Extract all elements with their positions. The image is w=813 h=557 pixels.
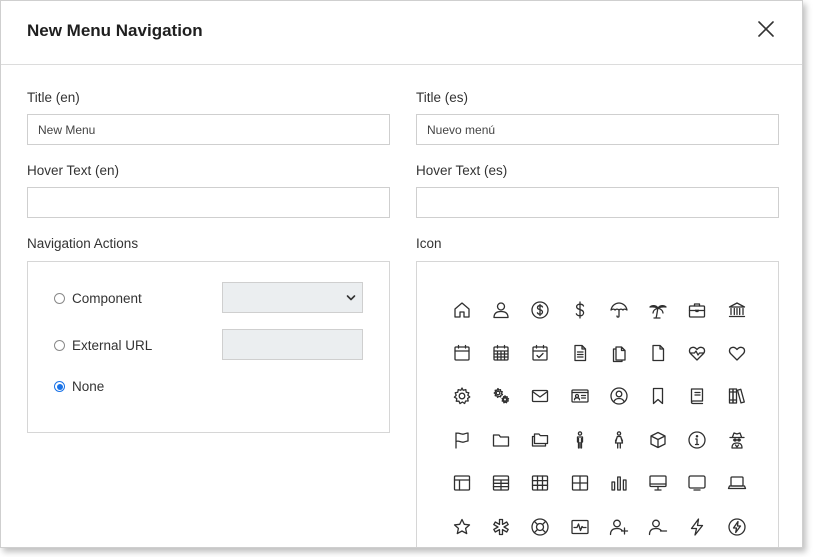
lightning-icon[interactable] bbox=[678, 505, 717, 547]
desktop-icon[interactable] bbox=[638, 462, 677, 505]
icon-grid bbox=[442, 288, 762, 547]
close-icon bbox=[758, 21, 774, 37]
radio-none[interactable]: None bbox=[54, 379, 104, 394]
user-plus-icon[interactable] bbox=[599, 505, 638, 547]
bookmark-icon[interactable] bbox=[638, 375, 677, 418]
id-card-icon[interactable] bbox=[560, 375, 599, 418]
grid-icon[interactable] bbox=[521, 462, 560, 505]
spy-icon[interactable] bbox=[717, 418, 756, 461]
user-circle-icon[interactable] bbox=[599, 375, 638, 418]
bank-icon[interactable] bbox=[717, 288, 756, 331]
palm-tree-icon[interactable] bbox=[638, 288, 677, 331]
document-icon[interactable] bbox=[638, 331, 677, 374]
radio-component[interactable]: Component bbox=[54, 291, 142, 306]
radio-button[interactable] bbox=[54, 293, 65, 304]
gears-icon[interactable] bbox=[481, 375, 520, 418]
icon-label: Icon bbox=[416, 236, 442, 251]
title-en-label: Title (en) bbox=[27, 90, 80, 105]
calendar-grid-icon[interactable] bbox=[481, 331, 520, 374]
lifebuoy-icon[interactable] bbox=[521, 505, 560, 547]
bar-chart-icon[interactable] bbox=[599, 462, 638, 505]
hover-en-label: Hover Text (en) bbox=[27, 163, 120, 178]
gear-icon[interactable] bbox=[442, 375, 481, 418]
documents-icon[interactable] bbox=[599, 331, 638, 374]
radio-external-url[interactable]: External URL bbox=[54, 338, 152, 353]
title-es-label: Title (es) bbox=[416, 90, 469, 105]
table-icon[interactable] bbox=[481, 462, 520, 505]
folders-icon[interactable] bbox=[521, 418, 560, 461]
book-icon[interactable] bbox=[678, 375, 717, 418]
laptop-icon[interactable] bbox=[717, 462, 756, 505]
component-select[interactable] bbox=[222, 282, 363, 313]
radio-label: None bbox=[72, 379, 105, 394]
layout-icon[interactable] bbox=[442, 462, 481, 505]
new-menu-navigation-modal: New Menu Navigation Title (en) Title (es… bbox=[0, 0, 803, 548]
radio-button[interactable] bbox=[54, 340, 65, 351]
briefcase-icon[interactable] bbox=[678, 288, 717, 331]
modal-title: New Menu Navigation bbox=[27, 21, 203, 40]
man-icon[interactable] bbox=[560, 418, 599, 461]
document-text-icon[interactable] bbox=[560, 331, 599, 374]
asterisk-icon[interactable] bbox=[481, 505, 520, 547]
calendar-icon[interactable] bbox=[442, 331, 481, 374]
lightning-circle-icon[interactable] bbox=[717, 505, 756, 547]
external-url-input[interactable] bbox=[222, 329, 363, 360]
calendar-check-icon[interactable] bbox=[521, 331, 560, 374]
title-es-input[interactable] bbox=[416, 114, 779, 145]
heart-pulse-icon[interactable] bbox=[678, 331, 717, 374]
radio-label: Component bbox=[72, 291, 142, 306]
hover-es-label: Hover Text (es) bbox=[416, 163, 508, 178]
envelope-icon[interactable] bbox=[521, 375, 560, 418]
dollar-circle-icon[interactable] bbox=[521, 288, 560, 331]
monitor-icon[interactable] bbox=[678, 462, 717, 505]
umbrella-icon[interactable] bbox=[599, 288, 638, 331]
flag-icon[interactable] bbox=[442, 418, 481, 461]
chevron-down-icon bbox=[346, 295, 356, 301]
hover-es-input[interactable] bbox=[416, 187, 779, 218]
hover-en-input[interactable] bbox=[27, 187, 390, 218]
title-en-input[interactable] bbox=[27, 114, 390, 145]
navigation-actions-label: Navigation Actions bbox=[27, 236, 139, 251]
star-icon[interactable] bbox=[442, 505, 481, 547]
dollar-icon[interactable] bbox=[560, 288, 599, 331]
close-button[interactable] bbox=[755, 18, 777, 40]
woman-icon[interactable] bbox=[599, 418, 638, 461]
radio-button-checked[interactable] bbox=[54, 381, 65, 392]
user-minus-icon[interactable] bbox=[638, 505, 677, 547]
folder-icon[interactable] bbox=[481, 418, 520, 461]
user-icon[interactable] bbox=[481, 288, 520, 331]
window-grid-icon[interactable] bbox=[560, 462, 599, 505]
pulse-monitor-icon[interactable] bbox=[560, 505, 599, 547]
modal-header: New Menu Navigation bbox=[1, 1, 802, 65]
radio-label: External URL bbox=[72, 338, 153, 353]
home-icon[interactable] bbox=[442, 288, 481, 331]
heart-icon[interactable] bbox=[717, 331, 756, 374]
library-icon[interactable] bbox=[717, 375, 756, 418]
cube-icon[interactable] bbox=[638, 418, 677, 461]
info-icon[interactable] bbox=[678, 418, 717, 461]
